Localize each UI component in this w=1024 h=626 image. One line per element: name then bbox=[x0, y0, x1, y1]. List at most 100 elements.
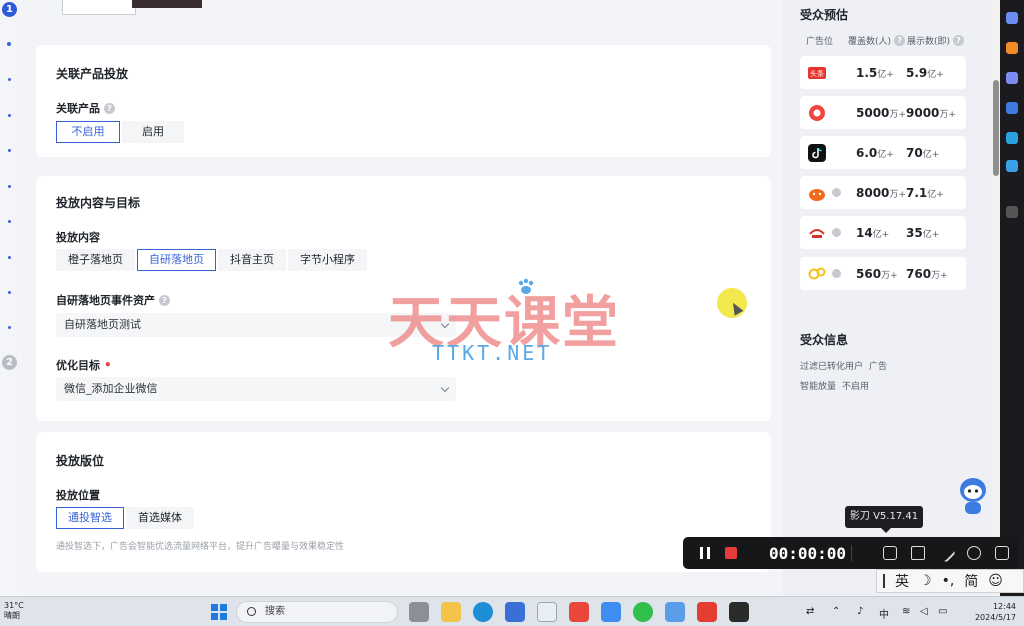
outlook-icon[interactable] bbox=[1006, 132, 1018, 144]
clock-time: 12:44 bbox=[992, 602, 1016, 611]
opt-goal-select[interactable]: 微信_添加企业微信 bbox=[56, 377, 456, 401]
search-media-icon bbox=[808, 267, 826, 280]
rail-dot bbox=[8, 114, 11, 117]
smart-expand-value: 不启用 bbox=[842, 382, 870, 392]
col-display-text: 展示数(即) bbox=[907, 37, 951, 47]
related-product-on-button[interactable]: 启用 bbox=[122, 121, 184, 143]
col-slot-header: 广告位 bbox=[806, 37, 834, 47]
help-icon[interactable] bbox=[832, 269, 841, 278]
network-icon[interactable]: ≋ bbox=[902, 606, 910, 617]
ime-handle[interactable] bbox=[883, 574, 885, 588]
help-icon[interactable]: ? bbox=[159, 294, 170, 306]
taskbar-clock[interactable]: 12:44 2024/5/17 bbox=[960, 601, 1016, 623]
app-icon[interactable] bbox=[665, 602, 685, 622]
screenshot-icon[interactable] bbox=[883, 546, 897, 560]
content-option-orange-landing[interactable]: 橙子落地页 bbox=[56, 249, 135, 271]
display-value: 7.1亿+ bbox=[906, 186, 944, 200]
recorder-app-icon[interactable] bbox=[729, 602, 749, 622]
content-option-mini-program[interactable]: 字节小程序 bbox=[288, 249, 367, 271]
punctuation-icon[interactable]: •, bbox=[942, 573, 955, 589]
ime-mode-toggle[interactable]: 简 bbox=[964, 571, 978, 591]
display-value: 70亿+ bbox=[906, 146, 940, 160]
content-option-self-landing[interactable]: 自研落地页 bbox=[137, 249, 216, 271]
help-icon[interactable]: ? bbox=[953, 35, 965, 46]
app-icon[interactable] bbox=[505, 602, 525, 622]
send-icon[interactable] bbox=[1006, 160, 1018, 172]
step-2-indicator[interactable]: 2 bbox=[2, 355, 17, 370]
chevron-down-icon bbox=[440, 383, 450, 393]
related-product-label-text: 关联产品 bbox=[56, 102, 100, 115]
media-row: 14亿+ 35亿+ bbox=[800, 216, 966, 249]
weather-widget[interactable]: 31°C 晴朗 bbox=[4, 601, 24, 621]
placement-smart-button[interactable]: 通投智选 bbox=[56, 507, 124, 529]
assistant-mascot-icon[interactable] bbox=[958, 474, 988, 516]
moon-icon[interactable]: ☽ bbox=[919, 573, 932, 589]
step-1-indicator[interactable]: 1 bbox=[2, 2, 17, 17]
help-icon[interactable] bbox=[832, 228, 841, 237]
media-row: 560万+ 760万+ bbox=[800, 257, 966, 290]
recorder-version-tooltip: 影刀 V5.17.41 bbox=[845, 506, 923, 533]
app-icon[interactable] bbox=[569, 602, 589, 622]
wps-icon[interactable] bbox=[697, 602, 717, 622]
divider bbox=[851, 545, 852, 561]
media-row: 6.0亿+ 70亿+ bbox=[800, 136, 966, 169]
task-view-icon[interactable] bbox=[409, 602, 429, 622]
svg-text:头条: 头条 bbox=[810, 69, 824, 78]
help-icon[interactable]: ? bbox=[104, 102, 115, 114]
filter-converted-value: 广告 bbox=[869, 362, 888, 372]
display-value: 760万+ bbox=[906, 267, 948, 281]
stop-icon[interactable] bbox=[725, 547, 737, 559]
help-icon[interactable]: ? bbox=[894, 35, 906, 46]
briefcase-icon[interactable] bbox=[1006, 42, 1018, 54]
pen-icon[interactable] bbox=[936, 543, 956, 563]
cloud-app-icon[interactable] bbox=[601, 602, 621, 622]
related-product-toggle: 不启用 启用 bbox=[56, 121, 186, 143]
chevron-up-icon[interactable]: ⌃ bbox=[832, 606, 840, 617]
microphone-icon[interactable]: ♪ bbox=[857, 606, 863, 617]
top-cut-button[interactable] bbox=[62, 0, 136, 15]
file-explorer-icon[interactable] bbox=[441, 602, 461, 622]
copilot-icon[interactable] bbox=[1006, 102, 1018, 114]
diamond-icon[interactable] bbox=[1006, 12, 1018, 24]
coverage-value: 1.5亿+ bbox=[856, 66, 894, 80]
search-icon bbox=[247, 607, 256, 616]
store-icon[interactable] bbox=[537, 602, 557, 622]
volume-icon[interactable]: ◁ bbox=[920, 606, 928, 617]
rail-dot bbox=[7, 42, 11, 46]
top-dark-bar bbox=[132, 0, 202, 8]
rail-dot bbox=[8, 256, 11, 259]
placement-preferred-media-button[interactable]: 首选媒体 bbox=[126, 507, 194, 529]
event-asset-label: 自研落地页事件资产 ? bbox=[56, 292, 170, 308]
placement-card: 投放版位 投放位置 通投智选 首选媒体 通投智选下，广告会智能优选流量网络平台，… bbox=[36, 432, 771, 572]
vertical-scrollbar[interactable] bbox=[992, 0, 1000, 596]
input-lang-indicator[interactable]: 中 bbox=[879, 606, 889, 621]
rail-dot bbox=[8, 291, 11, 294]
battery-icon[interactable]: ▭ bbox=[938, 606, 947, 617]
required-mark-icon: • bbox=[104, 358, 112, 372]
chat-app-icon[interactable] bbox=[633, 602, 653, 622]
help-icon[interactable] bbox=[832, 188, 841, 197]
paw-icon bbox=[518, 278, 534, 294]
ime-lang-toggle[interactable]: 英 bbox=[895, 571, 909, 591]
display-value: 35亿+ bbox=[906, 226, 940, 240]
taskbar-search-box[interactable]: 搜索 bbox=[236, 601, 398, 623]
timer-icon[interactable] bbox=[967, 546, 981, 560]
emoji-icon[interactable]: ☺ bbox=[988, 573, 1003, 589]
tray-overflow-icon[interactable]: ⇄ bbox=[806, 606, 814, 617]
plus-icon[interactable] bbox=[1006, 206, 1018, 218]
people-icon[interactable] bbox=[1006, 72, 1018, 84]
rail-dot bbox=[8, 185, 11, 188]
windows-start-icon[interactable] bbox=[211, 604, 227, 620]
coverage-value: 5000万+ bbox=[856, 106, 906, 120]
pause-icon[interactable] bbox=[700, 547, 710, 559]
scrollbar-thumb[interactable] bbox=[993, 80, 999, 176]
camera-icon[interactable] bbox=[911, 546, 925, 560]
toutiao-icon: 头条 bbox=[808, 67, 826, 79]
related-product-off-button[interactable]: 不启用 bbox=[56, 121, 120, 143]
screen-recorder-bar: 00:00:00 bbox=[683, 537, 1019, 569]
coverage-value: 8000万+ bbox=[856, 186, 906, 200]
rail-dot bbox=[8, 326, 11, 329]
content-option-douyin-home[interactable]: 抖音主页 bbox=[218, 249, 286, 271]
window-icon[interactable] bbox=[995, 546, 1009, 560]
edge-browser-icon[interactable] bbox=[473, 602, 493, 622]
